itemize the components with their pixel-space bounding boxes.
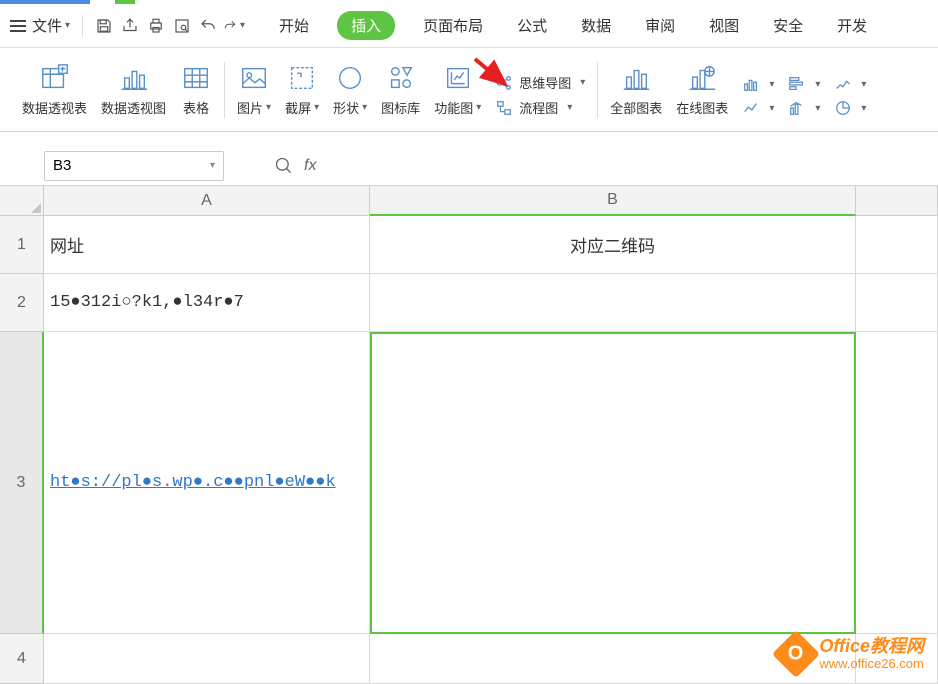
cell-C2[interactable] (856, 274, 938, 332)
shapes-button[interactable]: 形状▾ (333, 62, 367, 117)
func-chart-icon (442, 62, 474, 94)
menu-bar: 文件 ▾ ▾ 开始 插入 页面布局 公式 数据 审阅 视图 安全 开发 (0, 4, 938, 48)
chevron-down-icon: ▾ (65, 20, 70, 31)
tab-dev[interactable]: 开发 (831, 11, 873, 40)
picture-button[interactable]: 图片▾ (237, 62, 271, 117)
screenshot-icon (286, 62, 318, 94)
chevron-down-icon: ▾ (861, 103, 866, 114)
separator (224, 62, 225, 118)
file-label: 文件 (32, 15, 62, 36)
table-button[interactable]: 表格 (180, 62, 212, 117)
watermark-icon: O (772, 630, 820, 678)
mini-chart-6[interactable]: ▾ (834, 99, 866, 117)
file-menu[interactable]: 文件 ▾ (32, 15, 70, 36)
picture-icon (238, 62, 270, 94)
hamburger-icon[interactable] (10, 20, 26, 32)
formula-input[interactable] (324, 151, 938, 181)
row-header-3[interactable]: 3 (0, 332, 44, 634)
fx-label[interactable]: fx (304, 157, 316, 175)
table-icon (180, 62, 212, 94)
print-icon[interactable] (145, 15, 167, 37)
chevron-down-icon: ▾ (314, 102, 319, 113)
online-chart-button[interactable]: 在线图表 (676, 62, 728, 117)
watermark-url: www.office26.com (819, 657, 924, 671)
shapes-icon (334, 62, 366, 94)
cell-B1[interactable]: 对应二维码 (370, 216, 856, 274)
screenshot-button[interactable]: 截屏▾ (285, 62, 319, 117)
cell-B3[interactable] (370, 332, 856, 634)
func-chart-button[interactable]: 功能图▾ (434, 62, 481, 117)
save-icon[interactable] (93, 15, 115, 37)
undo-icon[interactable] (197, 15, 219, 37)
preview-icon[interactable] (171, 15, 193, 37)
pivot-chart-button[interactable]: 数据透视图 (101, 62, 166, 117)
cell-A1[interactable]: 网址 (44, 216, 370, 274)
cell-A3[interactable]: ht●s://pl●s.wp●.c●●pnl●eW●●k (44, 332, 370, 634)
mindmap-icon (495, 74, 513, 92)
ribbon-tabs: 开始 插入 页面布局 公式 数据 审阅 视图 安全 开发 (273, 11, 873, 40)
row-header-1[interactable]: 1 (0, 216, 44, 274)
tab-data[interactable]: 数据 (575, 11, 617, 40)
mini-chart-5[interactable]: ▾ (834, 75, 866, 93)
chevron-down-icon: ▾ (861, 79, 866, 90)
chevron-down-icon: ▾ (266, 102, 271, 113)
mini-chart-4[interactable]: ▾ (788, 99, 820, 117)
chevron-down-icon: ▾ (240, 20, 245, 31)
online-chart-icon (686, 62, 718, 94)
cell-C3[interactable] (856, 332, 938, 634)
mini-chart-2[interactable]: ▾ (742, 99, 774, 117)
chart-icon (620, 62, 652, 94)
watermark: O Office教程网 www.office26.com (779, 637, 924, 671)
formula-bar-row: B3 ▾ fx (0, 146, 938, 186)
spreadsheet-grid: 1 2 3 4 A B 网址 对应二维码 15●312i○?k1,●l34r●7… (0, 186, 938, 684)
icon-lib-button[interactable]: 图标库 (381, 62, 420, 117)
mini-chart-3[interactable]: ▾ (788, 75, 820, 93)
tab-insert[interactable]: 插入 (337, 11, 395, 40)
tab-page-layout[interactable]: 页面布局 (417, 11, 489, 40)
icon-lib-icon (385, 62, 417, 94)
all-charts-button[interactable]: 全部图表 (610, 62, 662, 117)
col-header-A[interactable]: A (44, 186, 370, 216)
mindmap-button[interactable]: 思维导图▾ (495, 73, 585, 92)
cell-A4[interactable] (44, 634, 370, 684)
chevron-down-icon: ▾ (815, 79, 820, 90)
tab-security[interactable]: 安全 (767, 11, 809, 40)
tab-start[interactable]: 开始 (273, 11, 315, 40)
col-header-B[interactable]: B (370, 186, 856, 216)
divider (82, 15, 83, 37)
search-icon[interactable] (274, 156, 294, 176)
separator (597, 62, 598, 118)
chevron-down-icon: ▾ (567, 102, 572, 113)
tab-view[interactable]: 视图 (703, 11, 745, 40)
row-header-2[interactable]: 2 (0, 274, 44, 332)
share-icon[interactable] (119, 15, 141, 37)
tab-formula[interactable]: 公式 (511, 11, 553, 40)
redo-icon[interactable]: ▾ (223, 15, 245, 37)
ribbon: 数据透视表 数据透视图 表格 图片▾ 截屏▾ 形状▾ 图标库 (0, 48, 938, 132)
select-all-corner[interactable] (0, 186, 44, 216)
chevron-down-icon: ▾ (580, 77, 585, 88)
chevron-down-icon: ▾ (210, 160, 215, 171)
pivot-chart-icon (118, 62, 150, 94)
flowchart-button[interactable]: 流程图▾ (495, 98, 585, 117)
pivot-table-icon (39, 62, 71, 94)
chevron-down-icon: ▾ (476, 102, 481, 113)
name-box[interactable]: B3 ▾ (44, 151, 224, 181)
tab-review[interactable]: 审阅 (639, 11, 681, 40)
flowchart-icon (495, 99, 513, 117)
chevron-down-icon: ▾ (769, 79, 774, 90)
chevron-down-icon: ▾ (815, 103, 820, 114)
chevron-down-icon: ▾ (769, 103, 774, 114)
watermark-title: Office教程网 (819, 637, 924, 657)
cell-C1[interactable] (856, 216, 938, 274)
mini-chart-1[interactable]: ▾ (742, 75, 774, 93)
chevron-down-icon: ▾ (362, 102, 367, 113)
col-header-rest[interactable] (856, 186, 938, 216)
row-header-4[interactable]: 4 (0, 634, 44, 684)
cell-A2[interactable]: 15●312i○?k1,●l34r●7 (44, 274, 370, 332)
cell-B2[interactable] (370, 274, 856, 332)
pivot-table-button[interactable]: 数据透视表 (22, 62, 87, 117)
